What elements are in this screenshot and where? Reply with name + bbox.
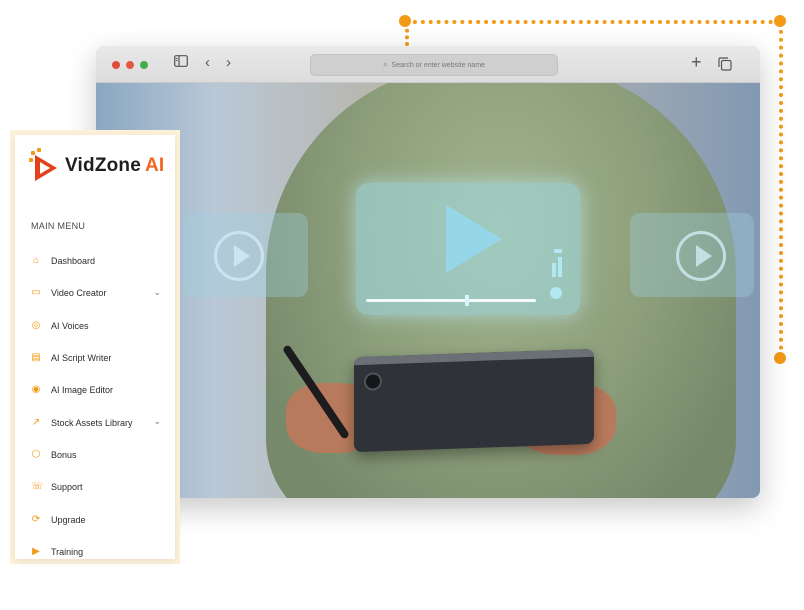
volume-icon <box>552 263 556 277</box>
address-bar[interactable]: ⌕ Search or enter website name <box>310 54 558 76</box>
sidebar-item-ai-image-editor[interactable]: ◉ AI Image Editor <box>15 374 175 406</box>
signal-icon <box>554 249 562 253</box>
brand-name: VidZone AI <box>65 155 165 176</box>
dotted-frame-right <box>779 22 783 358</box>
frame-dot-top-left <box>399 15 411 27</box>
sidebar-item-upgrade[interactable]: ⟳ Upgrade <box>15 503 175 535</box>
chevron-down-icon[interactable]: ⌄ <box>153 287 161 298</box>
video-camera-icon: ▶ <box>32 545 40 557</box>
play-logo-icon <box>29 148 61 181</box>
sidebar-item-label: Support <box>51 482 83 493</box>
settings-gear-icon <box>550 287 562 299</box>
maximize-window-button[interactable] <box>140 61 148 69</box>
image-edit-icon: ◉ <box>31 384 41 396</box>
seek-bar <box>366 295 536 306</box>
tablet-device <box>354 348 594 453</box>
sidebar-item-label: Stock Assets Library <box>51 417 133 428</box>
sidebar-item-label: Video Creator <box>51 288 107 299</box>
trending-icon: ↗ <box>31 416 41 428</box>
microphone-icon: ◎ <box>31 319 41 331</box>
sidebar-item-label: Training <box>51 546 84 557</box>
sidebar-item-label: Upgrade <box>51 514 86 525</box>
brand-logo[interactable]: VidZone AI <box>29 148 165 181</box>
address-placeholder: Search or enter website name <box>391 61 485 69</box>
main-menu: ⌂ Dashboard ▭ Video Creator ⌄ ◎ AI Voices ▤ AI S… <box>15 245 175 568</box>
sidebar-item-support[interactable]: ☏ Support <box>15 471 175 503</box>
frame-dot-bottom-right <box>774 352 786 364</box>
search-icon: ⌕ <box>383 60 388 69</box>
document-icon: ▤ <box>31 352 41 364</box>
home-icon: ⌂ <box>32 255 40 267</box>
play-circle-icon <box>214 231 264 281</box>
sidebar-item-label: AI Image Editor <box>51 385 114 396</box>
sidebar-item-label: Dashboard <box>51 256 96 267</box>
right-video-panel <box>630 213 754 297</box>
camera-icon <box>364 372 382 391</box>
close-window-button[interactable] <box>112 61 120 69</box>
sidebar-item-dashboard[interactable]: ⌂ Dashboard <box>15 245 175 277</box>
browser-window: ‹ › ⌕ Search or enter website name + <box>96 46 760 498</box>
sidebar-item-label: AI Voices <box>51 320 89 331</box>
sidebar-item-label: Bonus <box>51 449 77 460</box>
play-icon <box>446 205 502 273</box>
new-tab-plus-icon[interactable]: + <box>691 53 702 71</box>
dotted-frame-top <box>405 20 781 24</box>
tabs-overview-icon[interactable] <box>718 57 732 75</box>
sidebar-item-ai-script-writer[interactable]: ▤ AI Script Writer <box>15 342 175 374</box>
sidebar-item-stock-assets-library[interactable]: ↗ Stock Assets Library ⌄ <box>15 406 175 438</box>
browser-toolbar: ‹ › ⌕ Search or enter website name + <box>96 46 760 83</box>
sidebar-item-training[interactable]: ▶ Training <box>15 536 175 568</box>
sidebar-item-bonus[interactable]: ⬡ Bonus <box>15 439 175 471</box>
frame-dot-top-right <box>774 15 786 27</box>
play-circle-icon <box>676 231 726 281</box>
monitor-icon: ▭ <box>31 287 41 299</box>
video-player-overlay <box>356 183 580 315</box>
back-arrow-icon[interactable]: ‹ <box>205 55 210 71</box>
left-video-panel <box>184 213 308 297</box>
volume-icon-bar <box>558 257 562 277</box>
brand-suffix: AI <box>145 155 165 176</box>
forward-arrow-icon[interactable]: › <box>226 55 231 71</box>
app-sidebar: VidZone AI MAIN MENU ⌂ Dashboard ▭ Video Cre… <box>10 130 180 564</box>
sidebar-item-label: AI Script Writer <box>51 353 112 364</box>
minimize-window-button[interactable] <box>126 61 134 69</box>
hero-photo <box>96 83 760 498</box>
menu-section-title: MAIN MENU <box>31 221 86 231</box>
sidebar-item-ai-voices[interactable]: ◎ AI Voices <box>15 310 175 342</box>
refresh-icon: ⟳ <box>31 513 41 525</box>
gift-box-icon: ⬡ <box>31 448 41 460</box>
sidebar-item-video-creator[interactable]: ▭ Video Creator ⌄ <box>15 277 175 309</box>
support-icon: ☏ <box>31 481 44 493</box>
sidebar-toggle-icon[interactable] <box>174 55 188 71</box>
sidebar-panel: VidZone AI MAIN MENU ⌂ Dashboard ▭ Video Cre… <box>15 135 175 559</box>
chevron-down-icon[interactable]: ⌄ <box>153 416 161 427</box>
